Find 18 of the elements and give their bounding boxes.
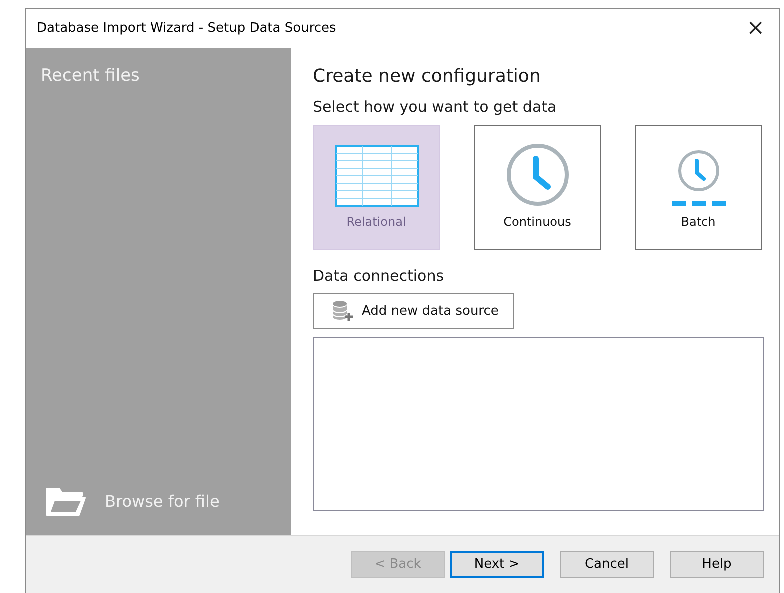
- add-source-button[interactable]: Add new data source: [313, 293, 514, 329]
- folder-icon: [45, 485, 87, 517]
- connections-list[interactable]: [313, 337, 764, 511]
- clock-icon: [506, 143, 570, 207]
- sidebar-heading: Recent files: [41, 66, 141, 86]
- option-tile[interactable]: Relational: [313, 125, 440, 250]
- dialog-button[interactable]: Cancel: [560, 551, 654, 578]
- table-icon: [334, 145, 418, 207]
- dialog-button[interactable]: Next >: [450, 551, 544, 578]
- connections-label: Data connections: [313, 267, 446, 285]
- section-title: Create new configuration: [313, 66, 542, 87]
- close-button[interactable]: ×: [742, 18, 769, 40]
- option-tile[interactable]: Batch: [635, 125, 762, 250]
- option-tile[interactable]: Continuous: [474, 125, 601, 250]
- section-subtitle: Select how you want to get data: [313, 98, 558, 116]
- database-add-icon: [332, 300, 354, 322]
- window-title: Database Import Wizard - Setup Data Sources: [37, 21, 336, 36]
- dialog-button[interactable]: Help: [670, 551, 764, 578]
